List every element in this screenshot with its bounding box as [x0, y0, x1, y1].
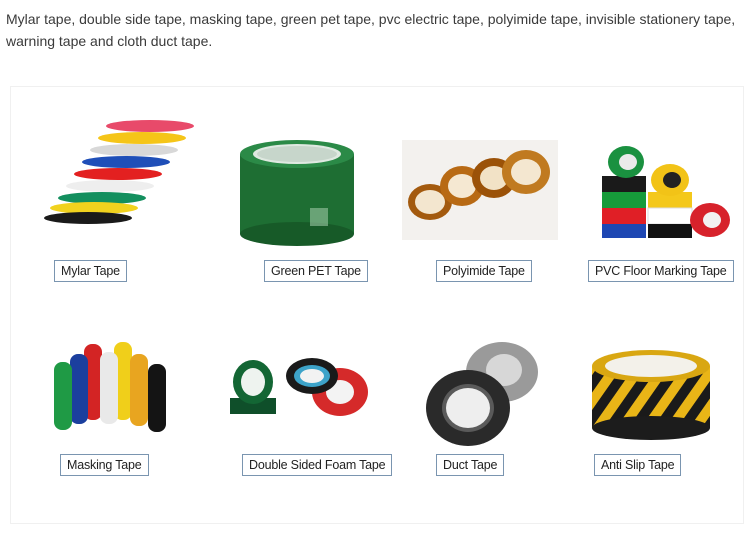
- product-label-double-sided-foam[interactable]: Double Sided Foam Tape: [242, 454, 393, 476]
- product-card-pvc-floor[interactable]: [598, 142, 751, 332]
- pvc-floor-marking-tape-image: [602, 146, 730, 238]
- product-card-masking[interactable]: [44, 338, 224, 528]
- mylar-tape-image: [44, 120, 194, 224]
- polyimide-tape-image: [402, 140, 558, 240]
- product-card-green-pet[interactable]: [232, 132, 412, 322]
- product-label-masking[interactable]: Masking Tape: [60, 454, 149, 476]
- green-pet-tape-image: [240, 140, 354, 246]
- product-label-anti-slip[interactable]: Anti Slip Tape: [594, 454, 682, 476]
- product-card-duct[interactable]: [424, 340, 604, 530]
- product-label-green-pet[interactable]: Green PET Tape: [264, 260, 368, 282]
- product-label-mylar[interactable]: Mylar Tape: [54, 260, 127, 282]
- product-card-polyimide[interactable]: [402, 140, 582, 330]
- product-label-duct[interactable]: Duct Tape: [436, 454, 505, 476]
- duct-tape-image: [426, 342, 538, 446]
- intro-text: Mylar tape, double side tape, masking ta…: [6, 11, 736, 49]
- product-card-anti-slip[interactable]: [588, 346, 751, 536]
- product-card-double-sided-foam[interactable]: [226, 352, 406, 542]
- product-label-polyimide[interactable]: Polyimide Tape: [436, 260, 532, 282]
- product-label-pvc-floor[interactable]: PVC Floor Marking Tape: [588, 260, 734, 282]
- masking-tape-image: [54, 342, 166, 432]
- double-sided-foam-tape-image: [230, 358, 368, 416]
- anti-slip-tape-image: [592, 350, 710, 440]
